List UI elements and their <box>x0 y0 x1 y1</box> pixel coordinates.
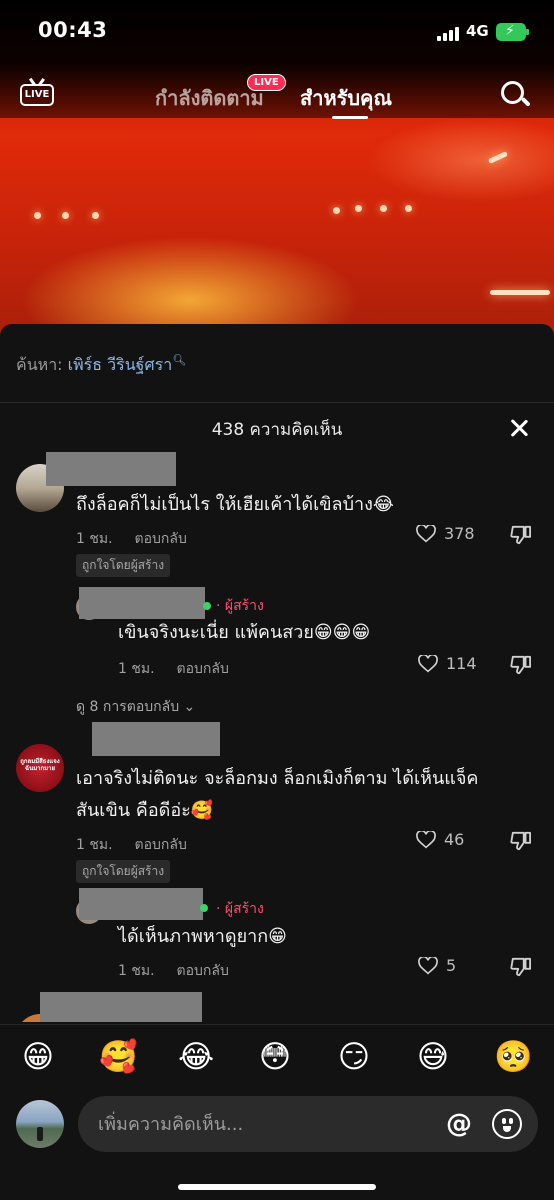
signal-icon <box>437 27 459 41</box>
heart-icon <box>418 956 438 974</box>
light-streak <box>487 151 509 164</box>
light-spot <box>405 205 412 212</box>
emoji-smirk[interactable]: 😏 <box>336 1039 372 1075</box>
reply-text: เขินจริงนะเนี่ย แพ้คนสวย😁😁😁 <box>118 622 371 643</box>
comment-meta: 1 ชม. ตอบกลับ <box>76 528 187 550</box>
heart-icon <box>416 524 436 542</box>
reply-time: 1 ชม. <box>118 661 155 677</box>
reply-time: 1 ชม. <box>118 963 155 979</box>
like-count: 46 <box>444 830 465 849</box>
creator-tag: · ผู้สร้าง <box>216 598 264 614</box>
reply-meta: 1 ชม. ตอบกลับ <box>118 960 229 982</box>
battery-charging-icon: ⚡ <box>496 23 529 41</box>
like-button[interactable]: 5 <box>418 956 456 975</box>
tab-for-you[interactable]: สำหรับคุณ <box>300 82 392 114</box>
reply-meta: 1 ชม. ตอบกลับ <box>118 658 229 680</box>
view-replies-button[interactable]: ดู 8 การตอบกลับ ⌄ <box>76 696 195 718</box>
like-button[interactable]: 46 <box>416 830 464 849</box>
search-suggestion-term: เพิร์ธ วีรินฐ์ศรา <box>67 355 173 374</box>
emoji-flushed[interactable]: 😳 <box>257 1039 293 1075</box>
mention-icon[interactable]: @ <box>444 1109 474 1139</box>
active-tab-indicator <box>332 116 368 119</box>
network-type: 4G <box>466 22 489 40</box>
divider <box>0 402 554 403</box>
dislike-icon[interactable] <box>510 525 532 545</box>
light-spot <box>92 212 99 219</box>
emoji-grin[interactable]: 😁 <box>20 1039 56 1075</box>
search-suggestion[interactable]: ค้นหา: เพิร์ธ วีรินฐ์ศรา🔍︎ <box>16 353 186 378</box>
reply-text: ได้เห็นภาพหาดูยาก😁 <box>118 926 287 947</box>
comment-input-container[interactable]: @ <box>78 1096 538 1152</box>
light-spot <box>355 205 362 212</box>
close-icon[interactable] <box>508 417 530 439</box>
reply-button[interactable]: ตอบกลับ <box>135 837 187 853</box>
username-redacted[interactable] <box>40 992 202 1022</box>
creator-tag: · ผู้สร้าง <box>216 901 264 917</box>
username-redacted[interactable] <box>92 722 220 756</box>
comment-meta: 1 ชม. ตอบกลับ <box>76 834 187 856</box>
username-redacted[interactable] <box>79 587 205 619</box>
heart-icon <box>418 654 438 672</box>
status-time: 00:43 <box>38 18 108 42</box>
verified-dot <box>200 904 208 912</box>
live-tv-icon[interactable]: LIVE <box>20 78 54 108</box>
live-badge: LIVE <box>247 74 286 91</box>
emoji-tears-of-joy[interactable]: 😂 <box>178 1039 214 1075</box>
emoji-sweat-smile[interactable]: 😅 <box>415 1039 451 1075</box>
comment-time: 1 ชม. <box>76 837 113 853</box>
liked-by-creator-badge: ถูกใจโดยผู้สร้าง <box>76 860 171 883</box>
dislike-icon[interactable] <box>510 957 532 977</box>
reply-button[interactable]: ตอบกลับ <box>177 661 229 677</box>
like-button[interactable]: 114 <box>418 654 477 673</box>
liked-by-creator-badge: ถูกใจโดยผู้สร้าง <box>76 554 171 577</box>
light-spot <box>380 205 387 212</box>
top-nav: LIVE กำลังติดตาม LIVE สำหรับคุณ <box>0 70 554 122</box>
like-count: 378 <box>444 524 475 543</box>
like-button[interactable]: 378 <box>416 524 475 543</box>
verified-dot <box>203 602 211 610</box>
search-small-icon: 🔍︎ <box>172 353 187 367</box>
emoji-smiling-hearts[interactable]: 🥰 <box>99 1039 138 1075</box>
light-spot <box>333 207 340 214</box>
like-count: 5 <box>446 956 457 975</box>
reply-button[interactable]: ตอบกลับ <box>135 531 187 547</box>
light-streak <box>490 290 550 295</box>
emoji-picker-icon[interactable] <box>492 1109 522 1139</box>
chevron-down-icon: ⌄ <box>183 699 196 715</box>
username-redacted[interactable] <box>46 452 176 486</box>
reply-button[interactable]: ตอบกลับ <box>177 963 229 979</box>
comments-sheet: ค้นหา: เพิร์ธ วีรินฐ์ศรา🔍︎ 438 ความคิดเห… <box>0 324 554 1200</box>
light-spot <box>34 212 41 219</box>
my-avatar[interactable] <box>16 1100 64 1148</box>
home-indicator <box>178 1184 376 1190</box>
comment-count: 438 ความคิดเห็น <box>211 420 343 440</box>
dislike-icon[interactable] <box>510 655 532 675</box>
comment-input[interactable] <box>98 1096 428 1152</box>
comment-input-bar: @ <box>0 1090 554 1200</box>
light-spot <box>62 212 69 219</box>
avatar[interactable]: ถูกลมมีสีธงแจงฉันมากมาย <box>16 744 64 792</box>
comment-list[interactable]: ถึงล็อคก็ไม่เป็นไร ให้เฮียเค้าได้เขิลบ้า… <box>0 452 554 1022</box>
comment-time: 1 ชม. <box>76 531 113 547</box>
comment-text-line2: สันเขิน คือดีอ่ะ🥰 <box>76 800 214 821</box>
username-redacted[interactable] <box>79 888 203 920</box>
status-bar: 00:43 4G ⚡ <box>0 0 554 64</box>
emoji-quick-bar: 😁 🥰 😂 😳 😏 😅 🥺 <box>0 1024 554 1090</box>
heart-icon <box>416 830 436 848</box>
emoji-pleading[interactable]: 🥺 <box>494 1039 533 1075</box>
like-count: 114 <box>446 654 477 673</box>
dislike-icon[interactable] <box>510 831 532 851</box>
search-suggestion-prefix: ค้นหา: <box>16 355 63 374</box>
comment-text: เอาจริงไม่ติดนะ จะล็อกมง ล็อกเมิงก็ตาม ไ… <box>76 768 479 789</box>
search-icon[interactable] <box>500 80 531 110</box>
comment-text: ถึงล็อคก็ไม่เป็นไร ให้เฮียเค้าได้เขิลบ้า… <box>76 494 394 515</box>
